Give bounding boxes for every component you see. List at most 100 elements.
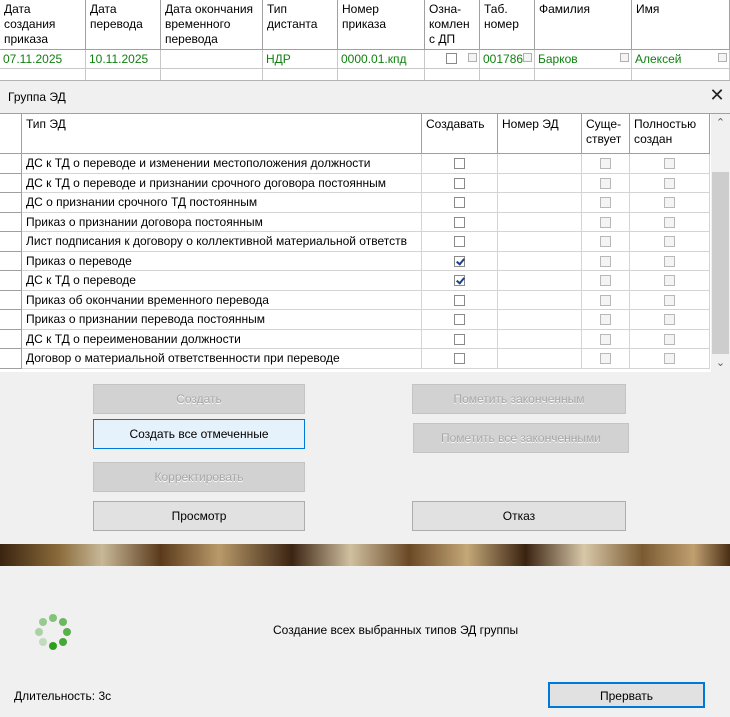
row-header[interactable]	[0, 310, 22, 330]
row-header[interactable]	[0, 232, 22, 252]
ed-number-cell[interactable]	[498, 154, 582, 174]
column-header-end-date[interactable]: Дата окончания временного перевода	[161, 0, 263, 50]
create-cell[interactable]	[422, 310, 498, 330]
mark-all-done-button[interactable]: Пометить все законченными	[413, 423, 629, 453]
lookup-icon[interactable]	[523, 53, 532, 62]
column-header-surname[interactable]: Фамилия	[535, 0, 632, 50]
cell-transfer-date[interactable]: 10.11.2025	[86, 50, 161, 69]
ed-number-cell[interactable]	[498, 232, 582, 252]
table-row[interactable]: ДС к ТД о переименовании должности	[0, 329, 710, 349]
column-header-tab-number[interactable]: Таб. номер	[480, 0, 535, 50]
create-checkbox[interactable]	[454, 216, 465, 228]
row-header[interactable]	[0, 329, 22, 349]
row-header[interactable]	[0, 193, 22, 213]
lookup-icon[interactable]	[620, 53, 629, 62]
lookup-icon[interactable]	[718, 53, 727, 62]
create-checkbox[interactable]	[454, 353, 465, 365]
chevron-up-icon[interactable]: ⌃	[711, 114, 730, 132]
ed-number-cell[interactable]	[498, 271, 582, 291]
row-header[interactable]	[0, 290, 22, 310]
chevron-down-icon[interactable]: ⌄	[711, 354, 730, 372]
column-header-ed-number[interactable]: Номер ЭД	[498, 114, 582, 154]
create-checkbox[interactable]	[454, 158, 465, 170]
create-checkbox[interactable]	[454, 236, 465, 248]
ed-type-cell[interactable]: ДС к ТД о переименовании должности	[22, 329, 422, 349]
ed-type-cell[interactable]: Приказ о признании договора постоянным	[22, 212, 422, 232]
create-checkbox[interactable]	[454, 255, 465, 267]
ed-type-cell[interactable]: ДС о признании срочного ТД постоянным	[22, 193, 422, 213]
create-checkbox[interactable]	[454, 333, 465, 345]
view-button[interactable]: Просмотр	[93, 501, 305, 531]
table-row[interactable]: Договор о материальной ответственности п…	[0, 349, 710, 369]
create-checkbox[interactable]	[454, 294, 465, 306]
cell-surname[interactable]: Барков	[535, 50, 632, 69]
ed-type-cell[interactable]: ДС к ТД о переводе и изменении местополо…	[22, 154, 422, 174]
row-header[interactable]	[0, 212, 22, 232]
row-header[interactable]	[0, 154, 22, 174]
row-header[interactable]	[0, 349, 22, 369]
table-row[interactable]: Приказ об окончании временного перевода	[0, 290, 710, 310]
ed-number-cell[interactable]	[498, 310, 582, 330]
ed-type-cell[interactable]: Лист подписания к договору о коллективно…	[22, 232, 422, 252]
row-header[interactable]	[0, 251, 22, 271]
cancel-button[interactable]: Отказ	[412, 501, 626, 531]
cell-remote-type[interactable]: НДР	[263, 50, 338, 69]
column-header-created-date[interactable]: Дата создания приказа	[0, 0, 86, 50]
create-cell[interactable]	[422, 349, 498, 369]
cell-created-date[interactable]: 07.11.2025	[0, 50, 86, 69]
ed-type-cell[interactable]: Договор о материальной ответственности п…	[22, 349, 422, 369]
create-checkbox[interactable]	[454, 314, 465, 326]
ed-type-cell[interactable]: Приказ о переводе	[22, 251, 422, 271]
column-header-name[interactable]: Имя	[632, 0, 730, 50]
create-cell[interactable]	[422, 193, 498, 213]
create-checkbox[interactable]	[454, 177, 465, 189]
create-cell[interactable]	[422, 173, 498, 193]
column-header-order-number[interactable]: Номер приказа	[338, 0, 425, 50]
cell-name[interactable]: Алексей	[632, 50, 730, 69]
cell-order-number[interactable]: 0000.01.кпд	[338, 50, 425, 69]
ed-type-cell[interactable]: Приказ о признании перевода постоянным	[22, 310, 422, 330]
table-row[interactable]: Приказ о переводе	[0, 251, 710, 271]
create-cell[interactable]	[422, 154, 498, 174]
create-checkbox[interactable]	[454, 275, 465, 287]
column-header-create[interactable]: Создавать	[422, 114, 498, 154]
create-checkbox[interactable]	[454, 197, 465, 209]
row-header[interactable]	[0, 173, 22, 193]
row-header[interactable]	[0, 271, 22, 291]
ed-type-cell[interactable]: Приказ об окончании временного перевода	[22, 290, 422, 310]
table-row[interactable]: ДС к ТД о переводе и изменении местополо…	[0, 154, 710, 174]
create-cell[interactable]	[422, 271, 498, 291]
cell-tab-number[interactable]: 001786	[480, 50, 535, 69]
ed-number-cell[interactable]	[498, 329, 582, 349]
ed-type-cell[interactable]: ДС к ТД о переводе	[22, 271, 422, 291]
table-row[interactable]: Приказ о признании договора постоянным	[0, 212, 710, 232]
create-all-checked-button[interactable]: Создать все отмеченные	[93, 419, 305, 449]
lookup-icon[interactable]	[468, 53, 477, 62]
column-header-remote-type[interactable]: Тип дистанта	[263, 0, 338, 50]
close-icon[interactable]: ✕	[708, 86, 726, 104]
ed-number-cell[interactable]	[498, 212, 582, 232]
column-header-complete[interactable]: Полностью создан	[630, 114, 710, 154]
cell-end-date[interactable]	[161, 50, 263, 69]
table-row[interactable]: ДС к ТД о переводе и признании срочного …	[0, 173, 710, 193]
scrollbar-thumb[interactable]	[712, 172, 729, 354]
acquainted-checkbox[interactable]	[446, 53, 457, 64]
table-row[interactable]: ДС о признании срочного ТД постоянным	[0, 193, 710, 213]
ed-number-cell[interactable]	[498, 349, 582, 369]
column-header-transfer-date[interactable]: Дата перевода	[86, 0, 161, 50]
column-header-exists[interactable]: Суще- ствует	[582, 114, 630, 154]
ed-number-cell[interactable]	[498, 173, 582, 193]
create-cell[interactable]	[422, 251, 498, 271]
mark-done-button[interactable]: Пометить законченным	[412, 384, 626, 414]
ed-number-cell[interactable]	[498, 290, 582, 310]
ed-number-cell[interactable]	[498, 193, 582, 213]
table-row[interactable]: Приказ о признании перевода постоянным	[0, 310, 710, 330]
create-cell[interactable]	[422, 212, 498, 232]
create-button[interactable]: Создать	[93, 384, 305, 414]
ed-type-cell[interactable]: ДС к ТД о переводе и признании срочного …	[22, 173, 422, 193]
column-header-ed-type[interactable]: Тип ЭД	[22, 114, 422, 154]
create-cell[interactable]	[422, 290, 498, 310]
table-row[interactable]: Лист подписания к договору о коллективно…	[0, 232, 710, 252]
cell-acquainted[interactable]	[425, 50, 480, 69]
column-header-acquainted[interactable]: Озна- комлен с ДП	[425, 0, 480, 50]
